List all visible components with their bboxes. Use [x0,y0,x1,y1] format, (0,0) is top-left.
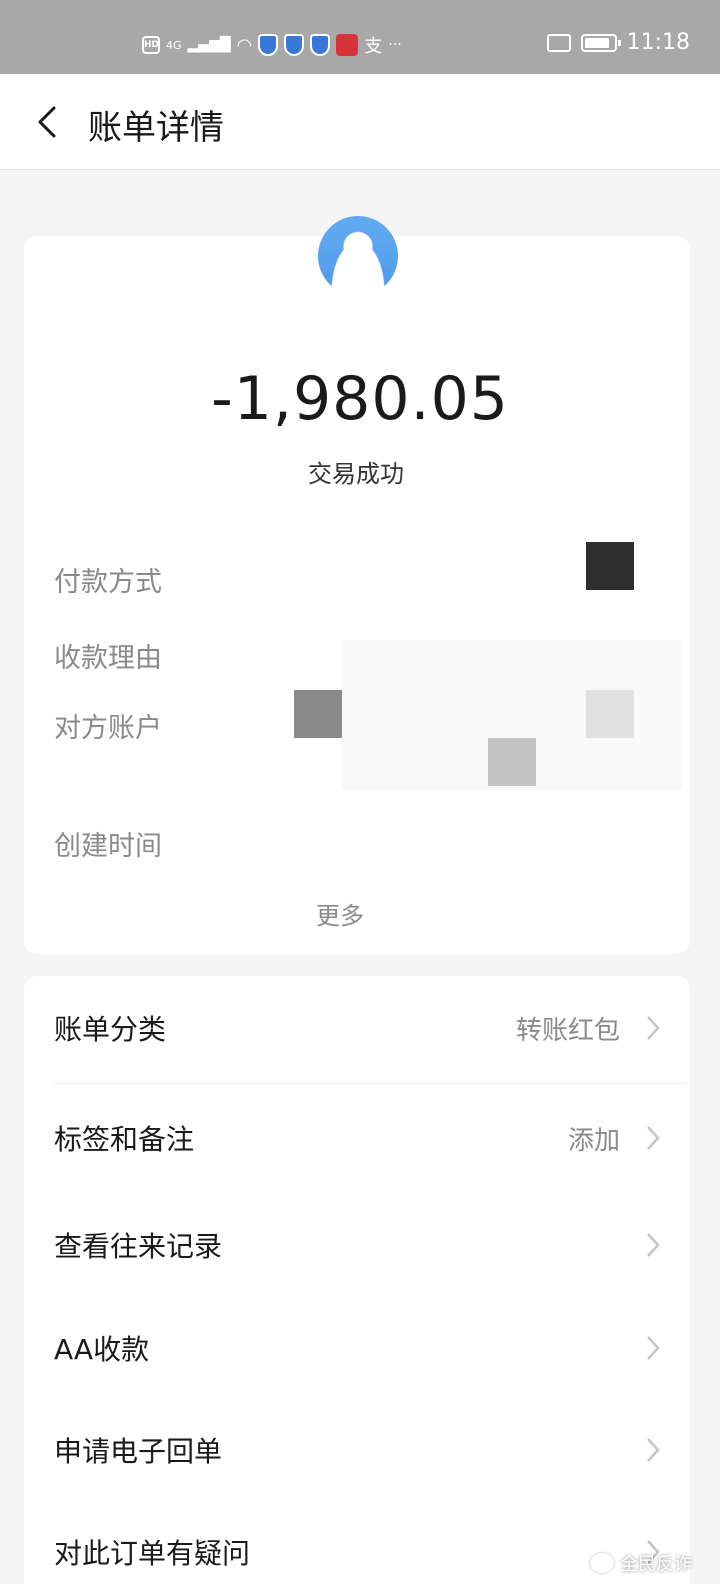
redacted-blur [342,640,682,790]
shield-icon [258,34,279,56]
watermark: 全民反诈 [590,1550,692,1576]
cast-icon [546,33,571,52]
more-details-link[interactable]: 更多 [316,896,364,931]
chevron-right-icon [644,1231,662,1259]
option-label: AA收款 [54,1333,150,1366]
transaction-amount: -1,980.05 [211,364,509,434]
chevron-right-icon [644,1334,662,1362]
option-tags-notes[interactable]: 标签和备注 添加 [24,1088,690,1188]
status-icons-right: 11:18 [546,30,690,55]
option-e-receipt[interactable]: 申请电子回单 [24,1400,690,1500]
chevron-right-icon [644,1124,662,1152]
avatar [318,216,398,296]
option-bill-category[interactable]: 账单分类 转账红包 [24,978,690,1078]
option-value: 转账红包 [515,1016,620,1046]
option-transaction-history[interactable]: 查看往来记录 [24,1195,690,1295]
detail-label-created-time: 创建时间 [54,831,162,862]
status-icons-left: HD 4G ▂▄▆█ ◠ 支 ··· [142,32,402,58]
detail-label-counterparty: 对方账户 [54,713,162,744]
divider [54,1083,686,1084]
shield-icon [284,34,305,56]
bill-detail-page: HD 4G ▂▄▆█ ◠ 支 ··· 11:18 账单详情 -1,980.05 … [0,0,720,1584]
option-label: 申请电子回单 [54,1435,223,1468]
signal-icon: ▂▄▆█ [187,37,231,53]
watermark-text: 全民反诈 [620,1554,692,1575]
battery-icon [580,33,621,52]
redacted-block [586,542,634,590]
redacted-block [294,690,342,738]
detail-label-reason: 收款理由 [54,643,162,674]
wechat-icon [590,1553,614,1573]
option-label: 对此订单有疑问 [54,1537,251,1570]
option-label: 账单分类 [54,1013,167,1046]
detail-label-payment-method: 付款方式 [54,567,162,598]
status-time: 11:18 [626,30,690,55]
option-label: 查看往来记录 [54,1230,223,1263]
nav-header: 账单详情 [0,74,720,170]
hd-icon: HD [142,36,160,54]
option-aa-collect[interactable]: AA收款 [24,1298,690,1398]
more-notifications-icon: ··· [388,37,402,53]
alipay-icon: 支 [364,36,383,57]
wifi-icon: ◠ [236,34,253,56]
status-bar: HD 4G ▂▄▆█ ◠ 支 ··· 11:18 [0,0,720,74]
chevron-right-icon [644,1436,662,1464]
shield-icon [310,34,331,56]
back-arrow-icon[interactable] [30,104,66,140]
option-value: 添加 [567,1126,620,1156]
chevron-right-icon [644,1014,662,1042]
option-label: 标签和备注 [54,1123,195,1156]
transaction-status: 交易成功 [308,460,404,488]
page-title: 账单详情 [88,108,224,148]
network-label: 4G [166,38,182,52]
app-notification-icon [336,34,359,56]
